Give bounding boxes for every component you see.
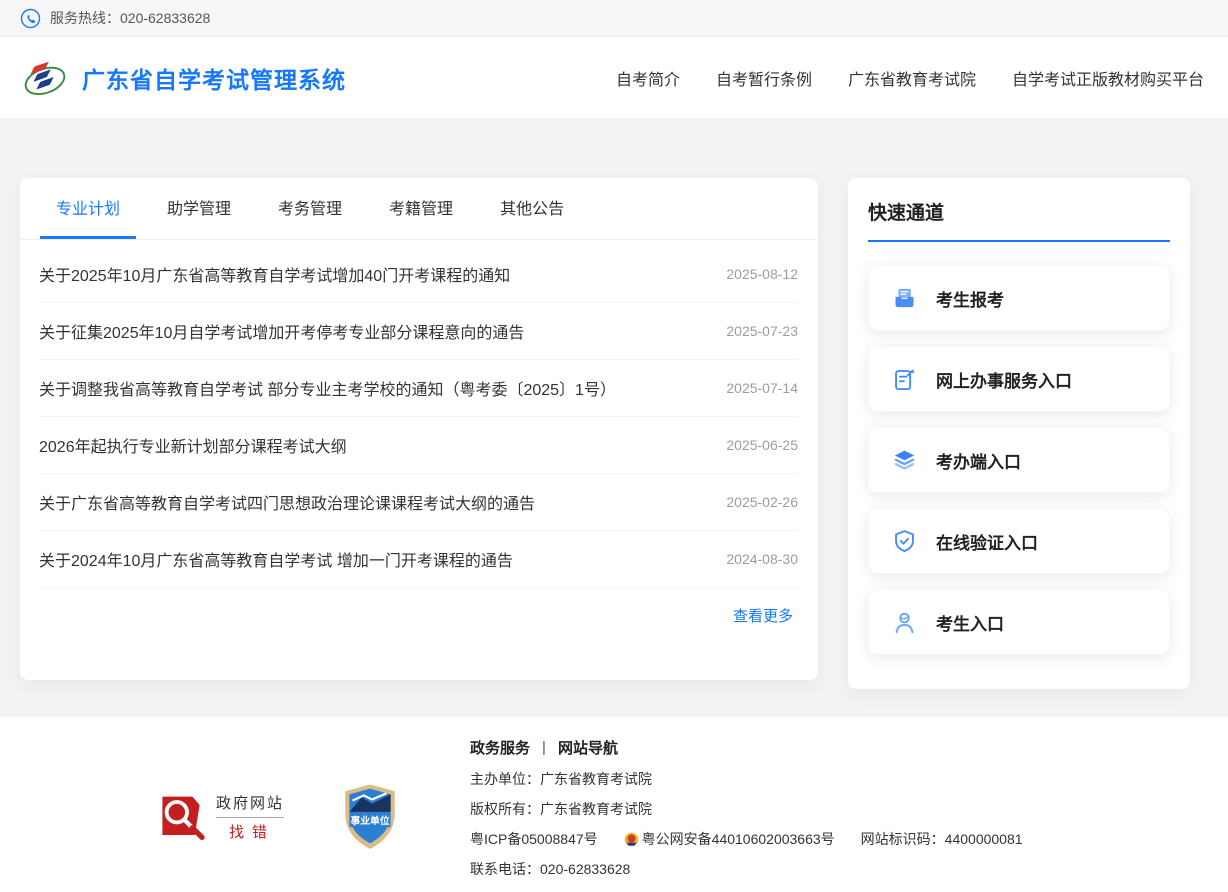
notice-tabs: 专业计划 助学管理 考务管理 考籍管理 其他公告: [20, 178, 818, 240]
nav-item-intro[interactable]: 自考简介: [616, 66, 680, 90]
inbox-icon: [891, 285, 918, 312]
footer-organizer: 主办单位：广东省教育考试院: [470, 769, 1023, 790]
notice-date: 2025-02-26: [726, 494, 798, 510]
header: 广东省自学考试管理系统 自考简介 自考暂行条例 广东省教育考试院 自学考试正版教…: [0, 37, 1228, 118]
notice-row[interactable]: 关于2025年10月广东省高等教育自学考试增加40门开考课程的通知 2025-0…: [39, 246, 798, 303]
main-area: 专业计划 助学管理 考务管理 考籍管理 其他公告 关于2025年10月广东省高等…: [0, 118, 1228, 717]
quick-link-label: 考生报考: [936, 286, 1004, 311]
notice-title[interactable]: 关于2024年10月广东省高等教育自学考试 增加一门开考课程的通告: [39, 547, 513, 571]
institution-badge-label: 事业单位: [350, 814, 389, 827]
phone-icon: [20, 8, 41, 29]
doc-edit-icon: [891, 366, 918, 393]
notice-row[interactable]: 关于调整我省高等教育自学考试 部分专业主考学校的通知（粤考委〔2025〕1号） …: [39, 360, 798, 417]
header-nav: 自考简介 自考暂行条例 广东省教育考试院 自学考试正版教材购买平台: [616, 66, 1204, 90]
quick-link-label: 考生入口: [936, 610, 1004, 635]
quick-link-exam-office-portal[interactable]: 考办端入口: [868, 427, 1170, 493]
notice-title[interactable]: 2026年起执行专业新计划部分课程考试大纲: [39, 433, 347, 457]
site-brand[interactable]: 广东省自学考试管理系统: [22, 55, 346, 101]
security-record-text: 粤公网安备44010602003663号: [642, 829, 835, 850]
tab-major-plan[interactable]: 专业计划: [40, 178, 136, 239]
notice-date: 2025-06-25: [726, 437, 798, 453]
quick-link-label: 网上办事服务入口: [936, 367, 1072, 392]
notice-row[interactable]: 关于广东省高等教育自学考试四门思想政治理论课课程考试大纲的通告 2025-02-…: [39, 474, 798, 531]
footer: 政府网站 找错 事业单位 政务服务 | 网站导航: [0, 717, 1228, 892]
quick-link-candidate-registration[interactable]: 考生报考: [868, 265, 1170, 331]
notice-row[interactable]: 关于征集2025年10月自学考试增加开考停考专业部分课程意向的通告 2025-0…: [39, 303, 798, 360]
tab-exam-records[interactable]: 考籍管理: [373, 178, 469, 239]
site-title: 广东省自学考试管理系统: [82, 61, 346, 95]
notice-date: 2025-08-12: [726, 266, 798, 282]
police-badge-icon: [624, 832, 639, 847]
footer-links: 政务服务 | 网站导航: [470, 737, 1023, 758]
notice-row[interactable]: 2026年起执行专业新计划部分课程考试大纲 2025-06-25: [39, 417, 798, 474]
notice-row[interactable]: 关于2024年10月广东省高等教育自学考试 增加一门开考课程的通告 2024-0…: [39, 531, 798, 588]
user-icon: [891, 609, 918, 636]
notice-list: 关于2025年10月广东省高等教育自学考试增加40门开考课程的通知 2025-0…: [20, 240, 818, 588]
tab-study-aid[interactable]: 助学管理: [151, 178, 247, 239]
notice-title[interactable]: 关于广东省高等教育自学考试四门思想政治理论课课程考试大纲的通告: [39, 490, 535, 514]
layers-icon: [891, 447, 918, 474]
find-error-magnifier-icon: [160, 793, 208, 841]
security-record-link[interactable]: 粤公网安备44010602003663号: [624, 829, 835, 850]
tab-exam-affairs[interactable]: 考务管理: [262, 178, 358, 239]
quick-channel-card: 快速通道 考生报考: [848, 178, 1190, 689]
nav-item-textbook-platform[interactable]: 自学考试正版教材购买平台: [1012, 66, 1204, 90]
footer-phone: 联系电话：020-62833628: [470, 859, 1023, 880]
notice-title[interactable]: 关于征集2025年10月自学考试增加开考停考专业部分课程意向的通告: [39, 319, 524, 343]
notice-date: 2025-07-23: [726, 323, 798, 339]
topbar: 服务热线：020-62833628: [0, 0, 1228, 37]
quick-channel-title: 快速通道: [868, 178, 1170, 242]
site-navigation-link[interactable]: 网站导航: [558, 737, 618, 758]
footer-icp-line: 粤ICP备05008847号 粤公网安备44010602003663号 网站标识…: [470, 829, 1023, 850]
hotline-text: 服务热线：020-62833628: [50, 8, 210, 28]
quick-link-label: 考办端入口: [936, 448, 1021, 473]
public-institution-badge[interactable]: 事业单位: [342, 783, 398, 851]
nav-item-exam-authority[interactable]: 广东省教育考试院: [848, 66, 976, 90]
quick-link-online-verification[interactable]: 在线验证入口: [868, 508, 1170, 574]
site-logo-icon: [22, 55, 68, 101]
view-more-link[interactable]: 查看更多: [733, 605, 793, 626]
site-identifier-code: 网站标识码：4400000081: [861, 829, 1023, 850]
quick-link-online-services[interactable]: 网上办事服务入口: [868, 346, 1170, 412]
notice-title[interactable]: 关于2025年10月广东省高等教育自学考试增加40门开考课程的通知: [39, 262, 510, 286]
quick-link-candidate-portal[interactable]: 考生入口: [868, 589, 1170, 655]
footer-copyright: 版权所有：广东省教育考试院: [470, 799, 1023, 820]
footer-info: 政务服务 | 网站导航 主办单位：广东省教育考试院 版权所有：广东省教育考试院 …: [470, 737, 1023, 889]
footer-links-divider: |: [542, 739, 546, 756]
notice-date: 2024-08-30: [726, 551, 798, 567]
gov-site-find-error-badge[interactable]: 政府网站 找错: [160, 792, 284, 842]
notices-card: 专业计划 助学管理 考务管理 考籍管理 其他公告 关于2025年10月广东省高等…: [20, 178, 818, 680]
icp-number-link[interactable]: 粤ICP备05008847号: [470, 829, 598, 850]
notice-title[interactable]: 关于调整我省高等教育自学考试 部分专业主考学校的通知（粤考委〔2025〕1号）: [39, 376, 616, 400]
find-error-text: 政府网站 找错: [216, 792, 284, 842]
nav-item-regulations[interactable]: 自考暂行条例: [716, 66, 812, 90]
quick-link-label: 在线验证入口: [936, 529, 1038, 554]
shield-check-icon: [891, 528, 918, 555]
footer-badges: 政府网站 找错 事业单位: [160, 783, 398, 851]
notice-date: 2025-07-14: [726, 380, 798, 396]
gov-services-link[interactable]: 政务服务: [470, 737, 530, 758]
tab-other-notices[interactable]: 其他公告: [484, 178, 580, 239]
